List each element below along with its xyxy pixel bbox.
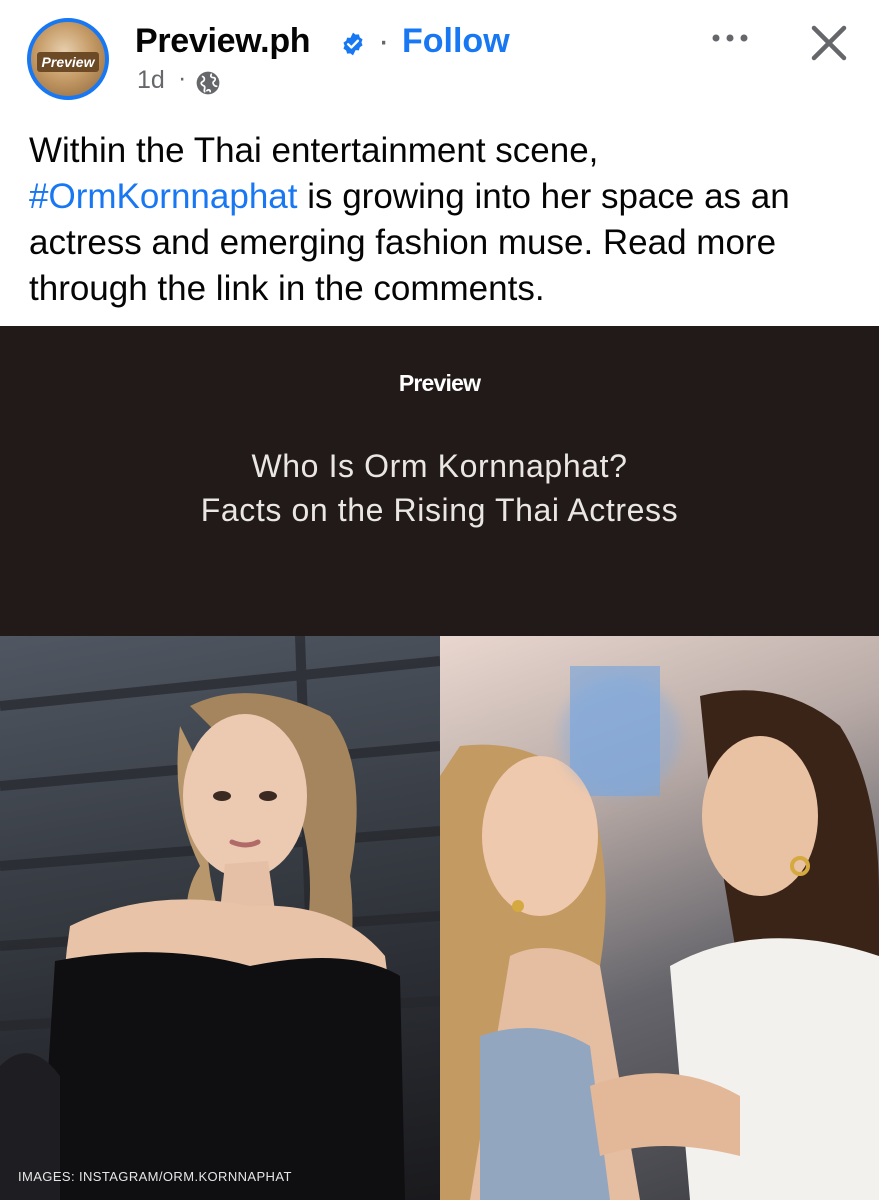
photo-portrait: [0, 636, 440, 1200]
card-title-line-2: Facts on the Rising Thai Actress: [200, 492, 679, 528]
link-preview-card[interactable]: Preview Who Is Orm Kornnaphat? Facts on …: [0, 326, 879, 1200]
close-icon[interactable]: [808, 22, 850, 64]
header-separator: ·: [378, 22, 390, 60]
post-header: Preview Preview.ph · Follow 1d ·: [0, 0, 879, 110]
page-name-link[interactable]: Preview.ph: [135, 22, 311, 61]
post-caption: Within the Thai entertainment scene, #Or…: [29, 128, 859, 312]
globe-icon[interactable]: [195, 70, 221, 96]
more-options-icon[interactable]: [710, 26, 750, 50]
follow-button[interactable]: Follow: [402, 22, 510, 61]
caption-text-start: Within the Thai entertainment scene,: [29, 131, 599, 170]
card-title-line-1: Who Is Orm Kornnaphat?: [251, 448, 628, 484]
page-avatar[interactable]: Preview: [27, 18, 109, 100]
card-title: Who Is Orm Kornnaphat? Facts on the Risi…: [0, 444, 879, 532]
card-logo: Preview: [398, 370, 481, 396]
photo-scene: [440, 636, 879, 1200]
avatar-logo-text: Preview: [37, 52, 99, 72]
scene-bokeh: [560, 676, 680, 796]
hashtag-link[interactable]: #OrmKornnaphat: [29, 177, 297, 216]
photo-credit: IMAGES: INSTAGRAM/ORM.KORNNAPHAT: [18, 1169, 292, 1184]
card-title-panel: Preview Who Is Orm Kornnaphat? Facts on …: [0, 326, 879, 636]
verified-badge-icon: [343, 32, 363, 56]
timestamp-separator: ·: [178, 64, 187, 92]
post-timestamp[interactable]: 1d: [137, 66, 165, 95]
portrait-illustration: [0, 636, 440, 1200]
